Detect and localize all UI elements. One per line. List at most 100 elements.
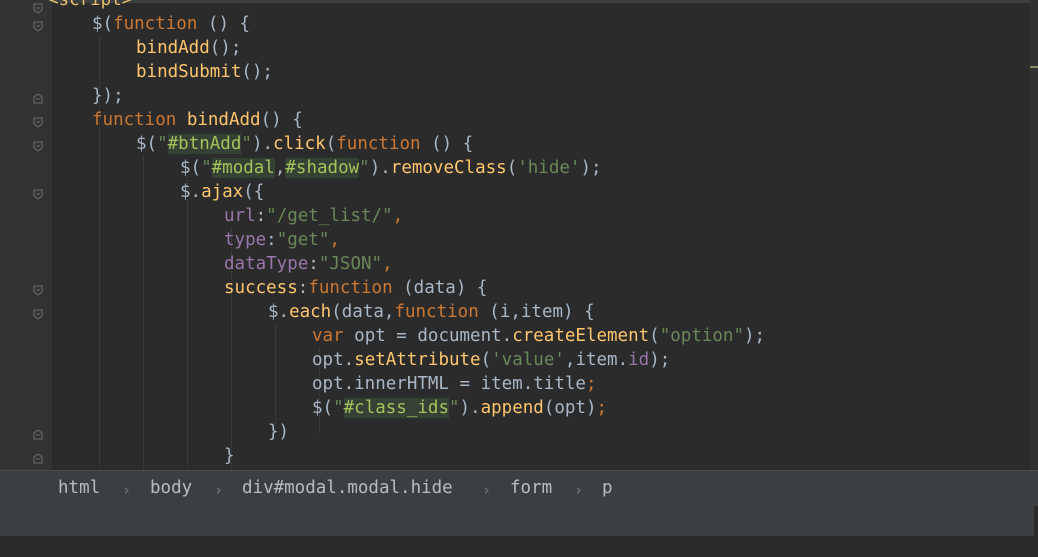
code-area[interactable]: <script> $(function () {bindAdd(); bindSub… xyxy=(48,0,1028,470)
code-token: <script> xyxy=(48,0,133,10)
indent-guide xyxy=(143,156,144,470)
code-token: opt = document. xyxy=(354,326,513,346)
code-token: bindAdd xyxy=(136,38,210,58)
fold-end-icon[interactable] xyxy=(32,452,44,465)
code-token: append xyxy=(480,398,544,418)
code-token: opt.innerHTML = item.title xyxy=(312,374,586,394)
code-token: id xyxy=(628,350,650,370)
breadcrumb-item[interactable]: p xyxy=(602,476,613,500)
breadcrumb-item[interactable]: div#modal.modal.hide xyxy=(242,476,453,500)
code-token: (i,item) { xyxy=(478,302,595,322)
code-token: function xyxy=(308,278,393,298)
code-token: ( xyxy=(649,326,660,346)
code-token: "/get_list/" xyxy=(266,206,393,226)
code-line[interactable]: $.each(data,function (i,item) { xyxy=(268,300,595,324)
code-token: $( xyxy=(312,398,334,418)
code-token: , xyxy=(382,254,393,274)
code-line[interactable]: function bindAdd() { xyxy=(92,108,303,132)
breadcrumb-item[interactable]: form xyxy=(510,476,552,500)
code-token: ( xyxy=(480,350,492,370)
code-line[interactable]: url:"/get_list/", xyxy=(224,204,403,228)
code-token: : xyxy=(308,254,319,274)
editor-gutter xyxy=(0,0,52,470)
breadcrumb-item[interactable]: body xyxy=(150,476,192,500)
code-token: (data) { xyxy=(392,278,488,298)
fold-end-icon[interactable] xyxy=(32,428,44,441)
code-line[interactable]: $.ajax({ xyxy=(180,180,264,204)
code-token: () { xyxy=(420,134,474,154)
code-line[interactable]: $("#modal,#shadow").removeClass('hide'); xyxy=(180,156,602,180)
fold-marker-icon[interactable] xyxy=(32,2,44,15)
code-token: #modal xyxy=(211,158,275,178)
code-line[interactable]: } xyxy=(224,444,235,468)
code-token: opt. xyxy=(312,350,355,370)
fold-marker-icon[interactable] xyxy=(32,116,44,129)
code-line[interactable]: bindSubmit(); xyxy=(136,60,273,84)
bottom-strip xyxy=(0,536,1038,557)
code-token: #btnAdd xyxy=(167,134,242,154)
breadcrumb-item[interactable]: html xyxy=(58,476,100,500)
code-token: 'hide' xyxy=(517,158,581,178)
code-line[interactable]: success:function (data) { xyxy=(224,276,487,300)
code-line[interactable]: opt.innerHTML = item.title; xyxy=(312,372,596,396)
code-token: " xyxy=(201,158,212,178)
fold-marker-icon[interactable] xyxy=(32,20,44,33)
code-token: "get" xyxy=(276,230,330,250)
code-token: function xyxy=(113,14,198,34)
code-token: setAttribute xyxy=(354,350,481,370)
code-token: $( xyxy=(180,158,202,178)
fold-end-icon[interactable] xyxy=(32,92,44,105)
code-line[interactable]: $("#class_ids").append(opt); xyxy=(312,396,607,420)
code-token: () { xyxy=(197,14,251,34)
code-token: $( xyxy=(136,134,158,154)
code-token: click xyxy=(273,134,326,154)
code-line[interactable]: }); xyxy=(92,84,124,108)
fold-marker-icon[interactable] xyxy=(32,188,44,201)
breadcrumb: html › body › div#modal.modal.hide › form › p xyxy=(0,470,1038,506)
code-line[interactable]: var opt = document.createElement("option… xyxy=(312,324,765,348)
code-token: }); xyxy=(92,86,124,106)
code-line[interactable]: }) xyxy=(268,420,289,444)
fold-marker-icon[interactable] xyxy=(32,308,44,321)
code-token: ). xyxy=(369,158,391,178)
code-line[interactable]: $("#btnAdd").click(function () { xyxy=(136,132,473,156)
code-token: $. xyxy=(180,182,202,202)
code-line[interactable]: bindAdd(); xyxy=(136,36,241,60)
code-token: ); xyxy=(744,326,766,346)
code-token: ; xyxy=(585,374,597,394)
code-token: ({ xyxy=(243,182,265,202)
code-line[interactable]: <script> xyxy=(48,0,132,12)
code-token: " xyxy=(333,398,344,418)
code-token: ,item. xyxy=(564,350,629,370)
code-line[interactable]: dataType:"JSON", xyxy=(224,252,393,276)
code-token: () { xyxy=(260,110,303,130)
code-line[interactable]: type:"get", xyxy=(224,228,340,252)
code-token: ; xyxy=(596,398,608,418)
code-token: each xyxy=(289,302,332,322)
code-token: success xyxy=(224,278,298,298)
code-token: 'value' xyxy=(491,350,565,370)
code-token: " xyxy=(359,158,370,178)
code-token: removeClass xyxy=(390,158,507,178)
fold-marker-icon[interactable] xyxy=(32,284,44,297)
code-line[interactable]: opt.setAttribute('value',item.id); xyxy=(312,348,670,372)
code-editor[interactable]: <script> $(function () {bindAdd(); bindSub… xyxy=(0,0,1038,470)
code-line[interactable]: $(function () { xyxy=(92,12,250,36)
code-token: , xyxy=(329,230,340,250)
chevron-right-icon: › xyxy=(122,481,132,499)
code-token: #shadow xyxy=(285,158,360,178)
chevron-right-icon: › xyxy=(482,481,492,499)
code-token: "option" xyxy=(659,326,745,346)
code-token: , xyxy=(392,206,404,226)
code-token: #class_ids xyxy=(343,398,449,418)
code-token: : xyxy=(266,230,277,250)
code-token: ( xyxy=(506,158,518,178)
code-token: $. xyxy=(268,302,290,322)
code-token: var xyxy=(312,326,355,346)
chevron-right-icon: › xyxy=(574,481,584,499)
code-token: (); xyxy=(209,38,242,58)
scrollbar-marker xyxy=(1030,66,1038,68)
code-token: (); xyxy=(241,62,273,82)
fold-marker-icon[interactable] xyxy=(32,140,44,153)
editor-scrollbar[interactable] xyxy=(1030,0,1038,470)
